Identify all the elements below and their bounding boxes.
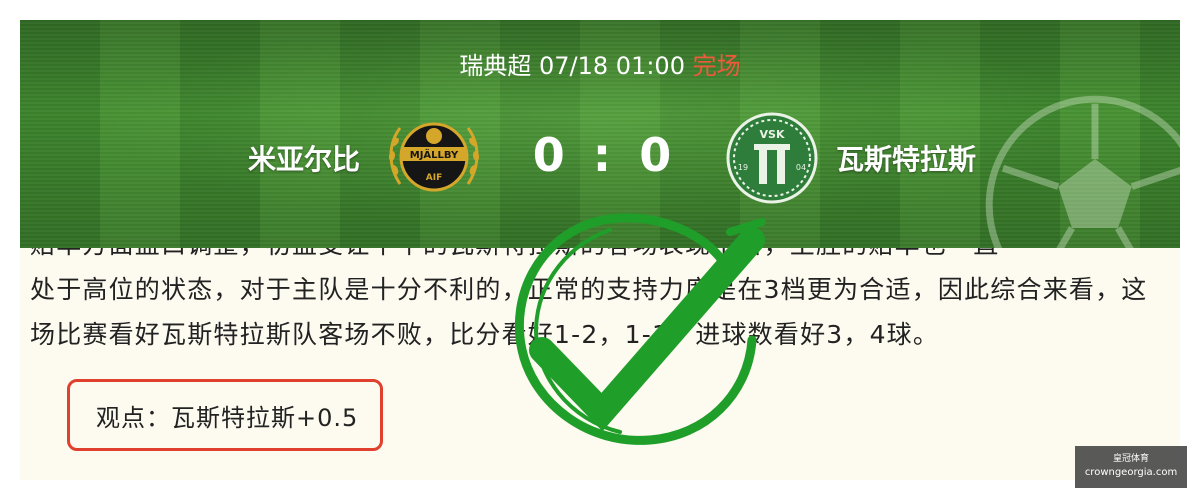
home-logo-text: MJÄLLBY bbox=[410, 147, 459, 161]
league-name: 瑞典超 bbox=[459, 52, 532, 80]
home-team-name: 米亚尔比 bbox=[248, 143, 361, 176]
viewpoint-text: 观点：瓦斯特拉斯+0.5 bbox=[96, 403, 359, 432]
soccer-ball-icon bbox=[985, 95, 1180, 248]
match-datetime: 07/18 01:00 bbox=[539, 52, 685, 80]
match-status: 完场 bbox=[692, 52, 741, 80]
watermark: 皇冠体育 crowngeorgia.com bbox=[1075, 446, 1187, 488]
check-stamp-icon bbox=[514, 213, 766, 445]
away-logo-text: VSK bbox=[760, 128, 785, 141]
viewpoint-box: 观点：瓦斯特拉斯+0.5 bbox=[67, 379, 383, 451]
home-team-logo: MJÄLLBY AIF bbox=[388, 122, 480, 192]
match-score: 0 : 0 bbox=[532, 128, 678, 182]
away-logo-year-left: 19 bbox=[738, 163, 748, 172]
away-team-logo: VSK 19 04 bbox=[726, 112, 818, 204]
away-logo-year-right: 04 bbox=[796, 163, 806, 172]
home-logo-subtext: AIF bbox=[426, 173, 442, 183]
watermark-site: crowngeorgia.com bbox=[1084, 467, 1178, 478]
match-meta: 瑞典超 07/18 01:00 完场 bbox=[20, 46, 1180, 81]
watermark-label: 皇冠体育 bbox=[1112, 454, 1149, 464]
away-team-name: 瓦斯特拉斯 bbox=[836, 143, 977, 176]
